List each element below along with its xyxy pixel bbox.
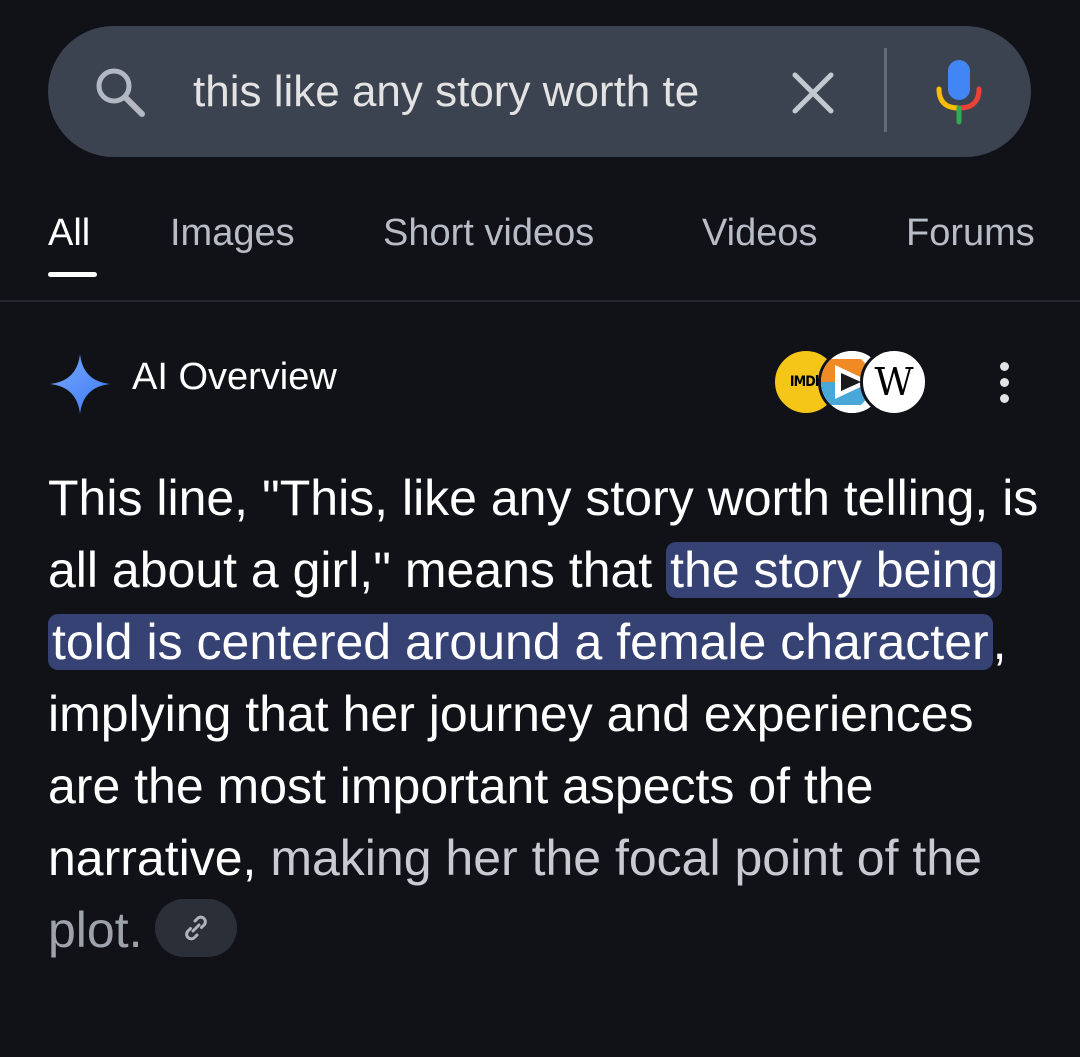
close-icon[interactable] (786, 66, 840, 120)
search-input[interactable] (193, 60, 741, 124)
wikipedia-icon[interactable]: W (860, 348, 928, 416)
tab-videos[interactable]: Videos (702, 212, 818, 255)
search-divider (884, 48, 887, 132)
search-icon[interactable] (92, 64, 148, 120)
tabs-divider (0, 300, 1080, 302)
ai-overview-title: AI Overview (132, 356, 337, 398)
tab-all[interactable]: All (48, 212, 90, 255)
link-icon (184, 915, 207, 941)
more-options-icon[interactable] (988, 360, 1022, 406)
answer-text-fading: making her the focal point of the (270, 830, 982, 886)
ai-sparkle-icon (50, 354, 110, 414)
source-icons[interactable]: IMDb W (772, 346, 928, 418)
tab-short-videos[interactable]: Short videos (383, 212, 594, 255)
ai-overview-answer: This line, "This, like any story worth t… (48, 462, 1048, 966)
active-tab-indicator (48, 272, 97, 277)
answer-text-faded: plot. (48, 902, 143, 958)
search-tabs: All Images Short videos Videos Forums (0, 200, 1080, 300)
tab-images[interactable]: Images (170, 212, 295, 255)
source-link-button[interactable] (154, 898, 237, 957)
microphone-icon[interactable] (930, 56, 988, 126)
tab-forums[interactable]: Forums (906, 212, 1035, 255)
